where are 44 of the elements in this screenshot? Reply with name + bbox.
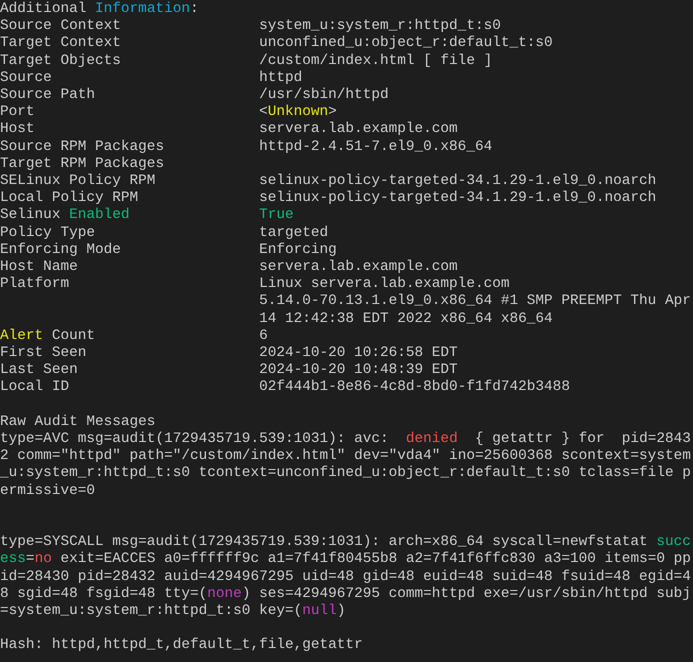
field-label: Host xyxy=(0,121,36,139)
field-label: Port xyxy=(0,104,36,122)
field-value: selinux-policy-targeted-34.1.29-1.el9_0.noarch xyxy=(259,190,656,208)
field-value: selinux-policy-targeted-34.1.29-1.el9_0.noarch xyxy=(259,173,656,190)
field-label: Target RPM Packages xyxy=(0,156,166,174)
field-value: system_u:system_r:httpd_t:s0 xyxy=(259,18,501,36)
field-label: Target Objects xyxy=(0,52,122,70)
field-value: targeted xyxy=(259,224,328,242)
field-label: Target Context xyxy=(0,35,122,53)
section-heading: Raw Audit Messages xyxy=(0,414,156,432)
field-label: Enforcing Mode xyxy=(0,242,122,260)
field-label: Local ID xyxy=(0,379,70,397)
field-label: Source Path xyxy=(0,87,96,104)
field-label: Alert Count xyxy=(0,328,96,346)
field-label: Selinux Enabled xyxy=(0,207,131,225)
field-value: 2024-10-20 10:26:58 EDT xyxy=(259,345,458,362)
field-label: Local Policy RPM xyxy=(0,190,140,208)
field-label: Source RPM Packages xyxy=(0,138,166,156)
audit-message: type=SYSCALL msg=audit(1729435719.539:1031): arch=x86_64 syscall=newfstatat success=no exit=EACCES a0=ffffff9c a1=7f41f80455b8 a2=7f41f6ffc830 a3=100 items=0 ppid=28430 pid=28432 auid=4294967295 uid=48 gid=48 euid=48 suid=48 fsuid=48 egid=48 sgid=48 fsgid=48 tty=(none) ses=4294967295 comm=httpd exe=/usr/sbin/httpd subj=system_u:system_r:httpd_t:s0 key=(null) xyxy=(0,534,692,620)
field-value: 6 xyxy=(259,328,268,346)
field-value: httpd xyxy=(259,70,302,88)
field-value: True xyxy=(259,207,294,225)
field-value: 02f444b1-8e86-4c8d-8bd0-f1fd742b3488 xyxy=(259,379,570,397)
field-label: Host Name xyxy=(0,259,79,276)
field-label: Source xyxy=(0,70,53,88)
field-label: Platform xyxy=(0,276,70,294)
section-heading: Additional Information: xyxy=(0,1,200,18)
field-value: unconfined_u:object_r:default_t:s0 xyxy=(259,35,553,53)
field-label: Source Context xyxy=(0,18,122,36)
field-value: 2024-10-20 10:48:39 EDT xyxy=(259,362,458,380)
field-value: <Unknown> xyxy=(259,104,337,122)
field-value: httpd-2.4.51-7.el9_0.x86_64 xyxy=(259,138,492,156)
field-value: /custom/index.html [ file ] xyxy=(259,52,492,70)
audit-message: type=AVC msg=audit(1729435719.539:1031): avc: denied { getattr } for pid=28432 comm="httpd" path="/custom/index.html" dev="vda4" ino=25600368 scontext=system_u:system_r:httpd_t:s0 tcontext=unconfined_u:object_r:default_t:s0 tclass=file permissive=0 xyxy=(0,431,692,500)
field-value: /usr/sbin/httpd xyxy=(259,87,389,104)
hash-line: Hash: httpd,httpd_t,default_t,file,getattr xyxy=(0,637,364,655)
field-value: Enforcing xyxy=(259,242,337,260)
field-value: servera.lab.example.com xyxy=(259,259,458,276)
field-label: First Seen xyxy=(0,345,88,362)
field-label: Policy Type xyxy=(0,224,96,242)
field-value: servera.lab.example.com xyxy=(259,121,458,139)
field-value: Linux servera.lab.example.com 5.14.0-70.13.1.el9_0.x86_64 #1 SMP PREEMPT Thu Apr 14 12:42:38 EDT 2022 x86_64 x86_64 xyxy=(259,276,691,328)
field-label: Last Seen xyxy=(0,362,79,380)
field-label: SELinux Policy RPM xyxy=(0,173,156,190)
